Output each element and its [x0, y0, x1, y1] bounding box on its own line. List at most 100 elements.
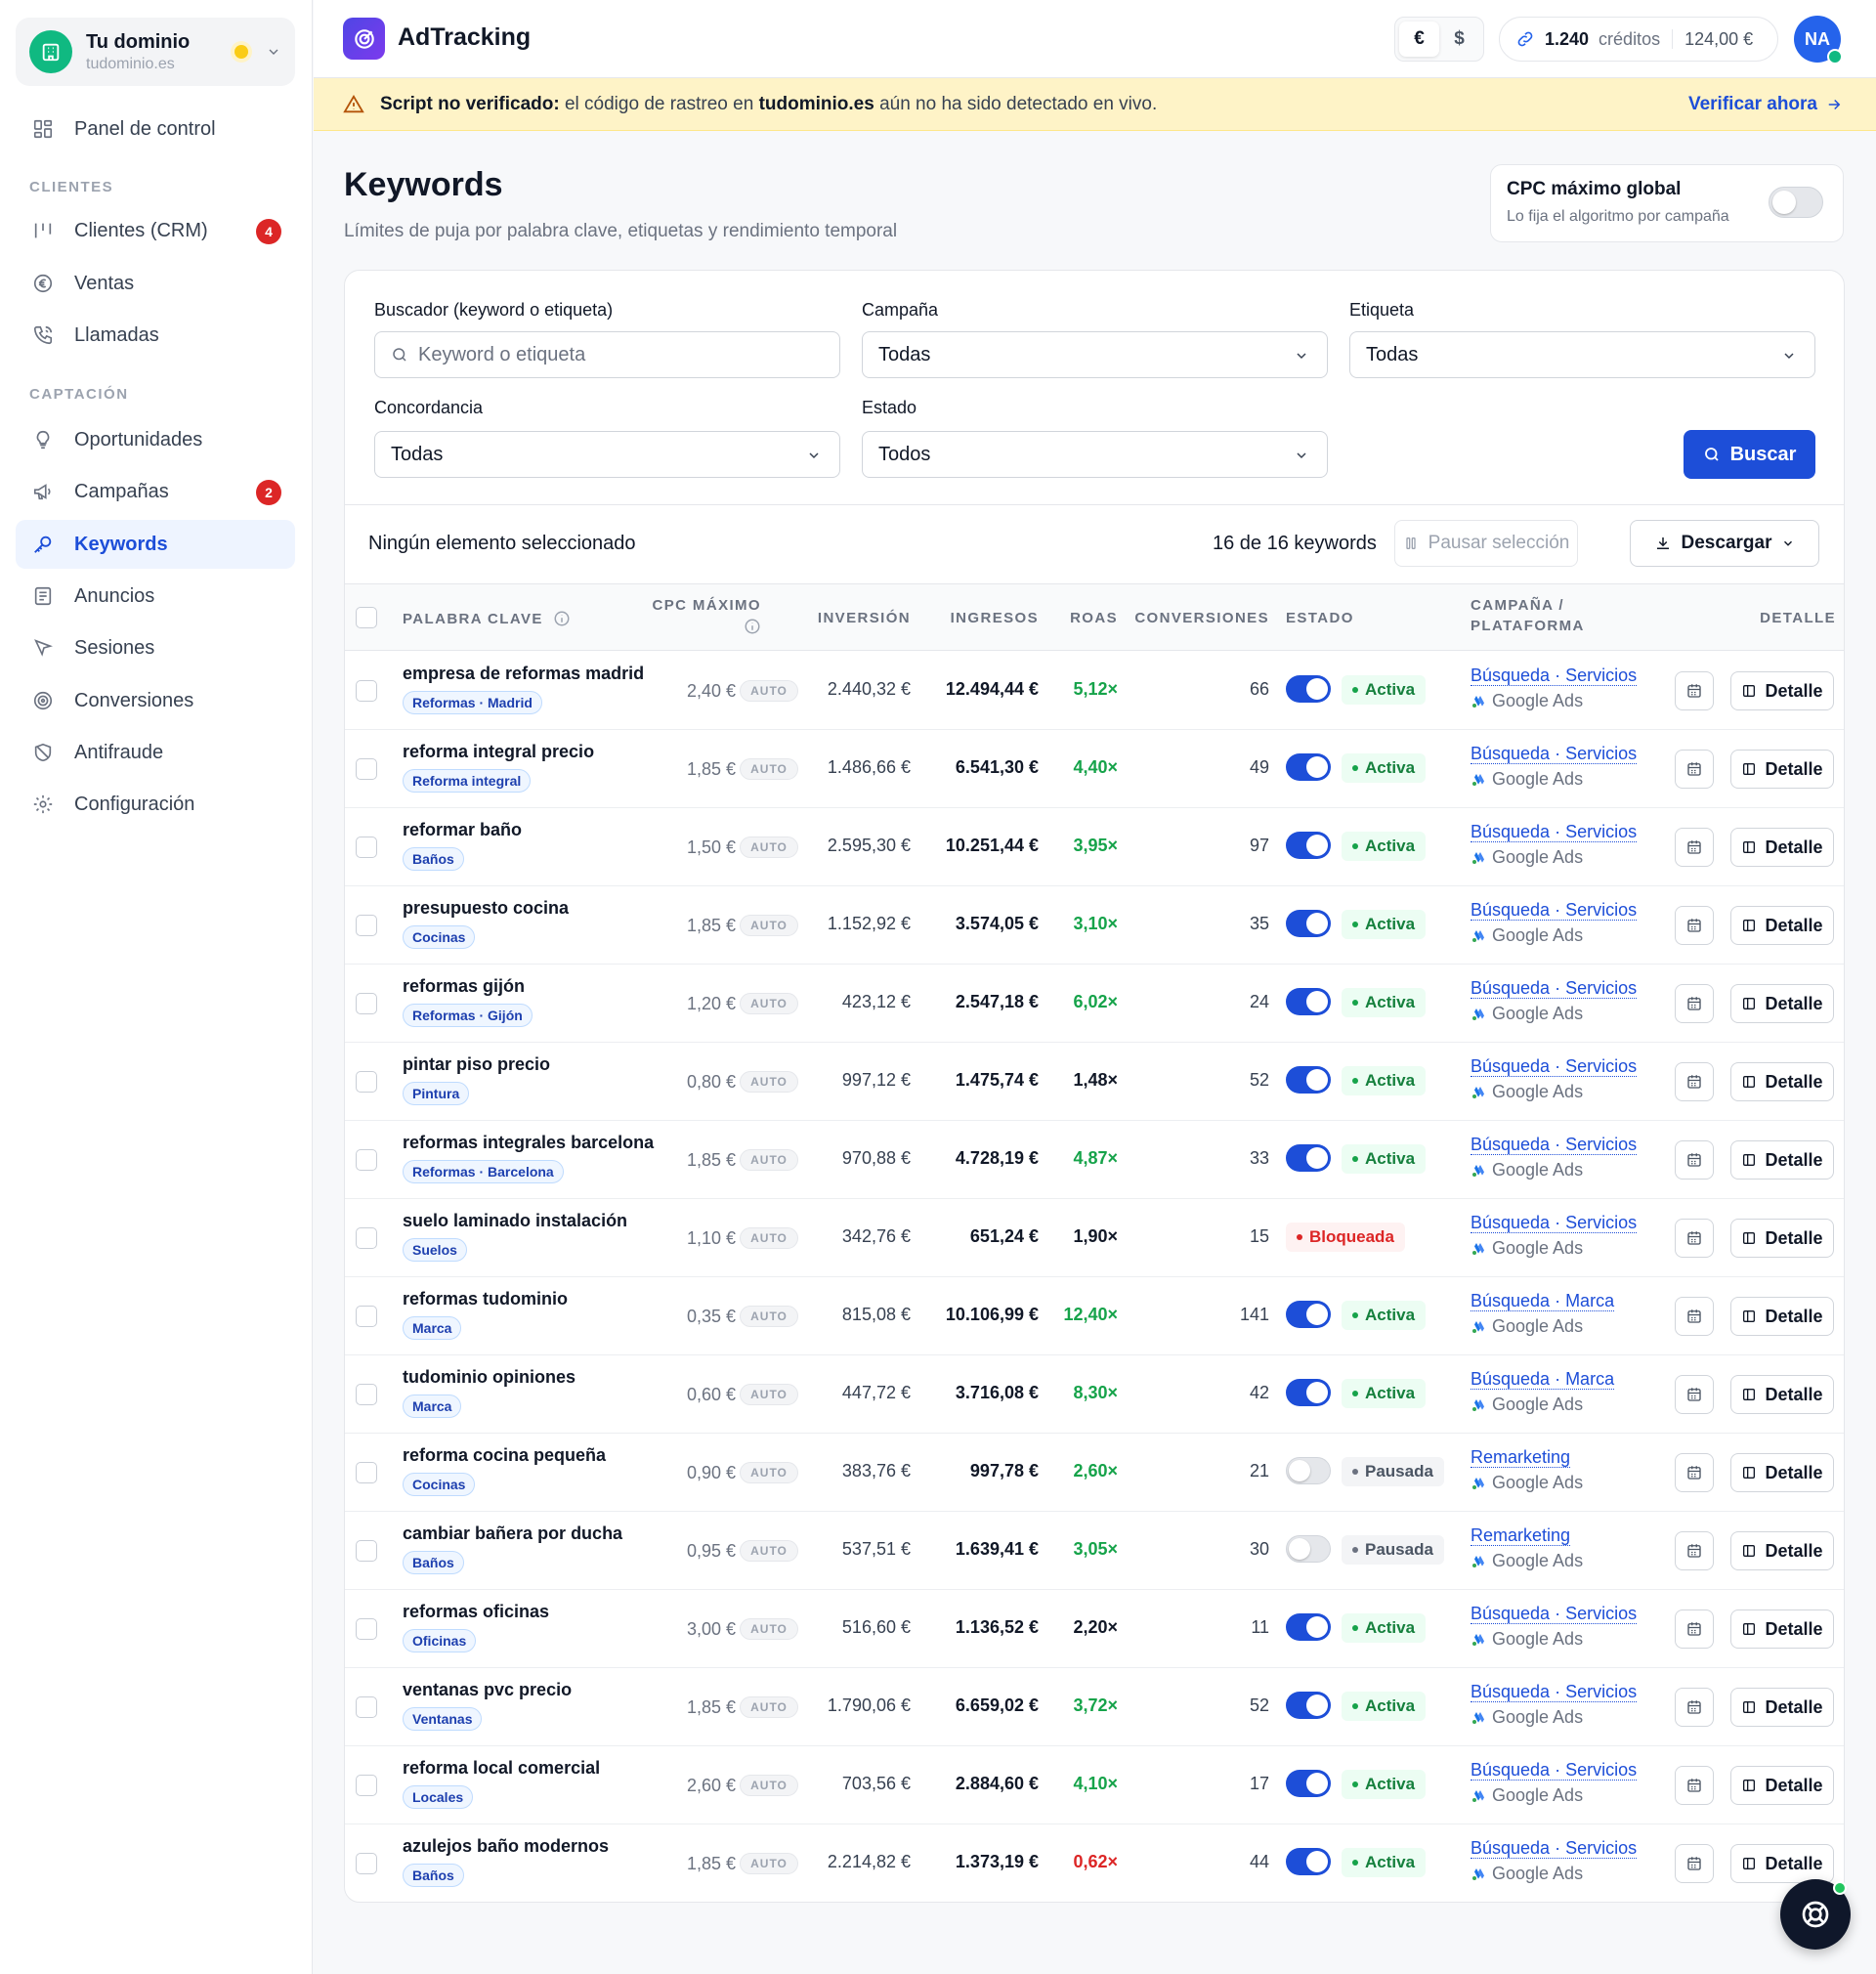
calendar-button[interactable] [1675, 828, 1714, 867]
status-select[interactable]: Todos [862, 431, 1328, 478]
detail-button[interactable]: Detalle [1730, 750, 1834, 789]
detail-button[interactable]: Detalle [1730, 1844, 1834, 1883]
calendar-button[interactable] [1675, 1766, 1714, 1805]
campaign-select[interactable]: Todas [862, 331, 1328, 378]
nav-conversiones[interactable]: Conversiones [16, 676, 295, 725]
row-checkbox[interactable] [356, 1071, 377, 1093]
row-checkbox[interactable] [356, 1696, 377, 1718]
calendar-button[interactable] [1675, 1844, 1714, 1883]
keyword-tag[interactable]: Pintura [403, 1082, 470, 1105]
keyword-tag[interactable]: Baños [403, 1551, 464, 1574]
detail-button[interactable]: Detalle [1730, 1688, 1834, 1727]
select-all-checkbox[interactable] [356, 607, 377, 628]
nav-anuncios[interactable]: Anuncios [16, 572, 295, 621]
campaign-link[interactable]: Búsqueda · Servicios [1471, 900, 1638, 921]
detail-button[interactable]: Detalle [1730, 1297, 1834, 1336]
verify-now-link[interactable]: Verificar ahora [1688, 94, 1843, 115]
row-checkbox[interactable] [356, 837, 377, 858]
nav-llamadas[interactable]: Llamadas [16, 311, 295, 360]
campaign-link[interactable]: Búsqueda · Servicios [1471, 1604, 1638, 1624]
row-checkbox[interactable] [356, 1384, 377, 1405]
workspace-switcher[interactable]: Tu dominio tudominio.es [16, 18, 295, 86]
calendar-button[interactable] [1675, 1219, 1714, 1258]
calendar-button[interactable] [1675, 1297, 1714, 1336]
keyword-tag[interactable]: Reforma integral [403, 769, 532, 793]
keyword-tag[interactable]: Oficinas [403, 1629, 477, 1652]
campaign-link[interactable]: Búsqueda · Servicios [1471, 822, 1638, 842]
row-checkbox[interactable] [356, 1618, 377, 1640]
status-toggle[interactable] [1286, 1066, 1331, 1094]
detail-button[interactable]: Detalle [1730, 1531, 1834, 1570]
cpc-global-toggle[interactable] [1769, 187, 1823, 218]
avatar[interactable]: NA [1794, 16, 1843, 64]
nav-clientes[interactable]: Clientes (CRM) 4 [16, 206, 295, 255]
search-button[interactable]: Buscar [1684, 430, 1815, 479]
status-toggle[interactable] [1286, 675, 1331, 703]
campaign-link[interactable]: Búsqueda · Servicios [1471, 978, 1638, 999]
nav-campanas[interactable]: Campañas 2 [16, 467, 295, 516]
nav-oportunidades[interactable]: Oportunidades [16, 415, 295, 464]
detail-button[interactable]: Detalle [1730, 984, 1834, 1023]
keyword-tag[interactable]: Marca [403, 1316, 462, 1340]
campaign-link[interactable]: Búsqueda · Servicios [1471, 1213, 1638, 1233]
campaign-link[interactable]: Búsqueda · Servicios [1471, 1682, 1638, 1702]
row-checkbox[interactable] [356, 993, 377, 1014]
detail-button[interactable]: Detalle [1730, 1219, 1834, 1258]
credits-pill[interactable]: 1.240 créditos 124,00 € [1499, 17, 1778, 62]
row-checkbox[interactable] [356, 1149, 377, 1171]
keyword-tag[interactable]: Reformas · Gijón [403, 1004, 533, 1027]
status-toggle[interactable] [1286, 910, 1331, 937]
match-select[interactable]: Todas [374, 431, 840, 478]
keyword-tag[interactable]: Baños [403, 1864, 464, 1887]
calendar-button[interactable] [1675, 671, 1714, 710]
detail-button[interactable]: Detalle [1730, 1062, 1834, 1101]
campaign-link[interactable]: Búsqueda · Servicios [1471, 744, 1638, 764]
campaign-link[interactable]: Búsqueda · Servicios [1471, 1760, 1638, 1781]
campaign-link[interactable]: Búsqueda · Servicios [1471, 1838, 1638, 1859]
info-icon[interactable] [553, 610, 571, 627]
detail-button[interactable]: Detalle [1730, 1609, 1834, 1649]
row-checkbox[interactable] [356, 1306, 377, 1327]
status-toggle[interactable] [1286, 988, 1331, 1015]
status-toggle[interactable] [1286, 1848, 1331, 1875]
currency-eur[interactable]: € [1399, 21, 1439, 57]
calendar-button[interactable] [1675, 1062, 1714, 1101]
nav-ventas[interactable]: Ventas [16, 259, 295, 308]
detail-button[interactable]: Detalle [1730, 1140, 1834, 1180]
download-button[interactable]: Descargar [1630, 520, 1819, 567]
status-toggle[interactable] [1286, 1613, 1331, 1641]
campaign-link[interactable]: Remarketing [1471, 1447, 1571, 1468]
help-button[interactable] [1780, 1879, 1851, 1950]
keyword-tag[interactable]: Baños [403, 847, 464, 871]
keyword-tag[interactable]: Ventanas [403, 1707, 483, 1731]
row-checkbox[interactable] [356, 1540, 377, 1562]
campaign-link[interactable]: Remarketing [1471, 1525, 1571, 1546]
search-input[interactable]: Keyword o etiqueta [374, 331, 840, 378]
detail-button[interactable]: Detalle [1730, 828, 1834, 867]
status-toggle[interactable] [1286, 1144, 1331, 1172]
currency-usd[interactable]: $ [1439, 21, 1479, 57]
pause-selection-button[interactable]: Pausar selección [1394, 520, 1578, 567]
status-toggle[interactable] [1286, 1379, 1331, 1406]
row-checkbox[interactable] [356, 758, 377, 780]
keyword-tag[interactable]: Cocinas [403, 1473, 476, 1496]
nav-configuracion[interactable]: Configuración [16, 780, 295, 829]
keyword-tag[interactable]: Locales [403, 1785, 474, 1809]
row-checkbox[interactable] [356, 1227, 377, 1249]
status-toggle[interactable] [1286, 1692, 1331, 1719]
status-toggle[interactable] [1286, 1535, 1331, 1563]
nav-keywords[interactable]: Keywords [16, 520, 295, 569]
status-toggle[interactable] [1286, 1770, 1331, 1797]
row-checkbox[interactable] [356, 1462, 377, 1483]
campaign-link[interactable]: Búsqueda · Servicios [1471, 1135, 1638, 1155]
keyword-tag[interactable]: Reformas · Madrid [403, 691, 542, 714]
calendar-button[interactable] [1675, 906, 1714, 945]
calendar-button[interactable] [1675, 1531, 1714, 1570]
status-toggle[interactable] [1286, 832, 1331, 859]
calendar-button[interactable] [1675, 1609, 1714, 1649]
status-toggle[interactable] [1286, 753, 1331, 781]
nav-antifraude[interactable]: Antifraude [16, 728, 295, 777]
calendar-button[interactable] [1675, 1453, 1714, 1492]
status-toggle[interactable] [1286, 1301, 1331, 1328]
keyword-tag[interactable]: Marca [403, 1395, 462, 1418]
